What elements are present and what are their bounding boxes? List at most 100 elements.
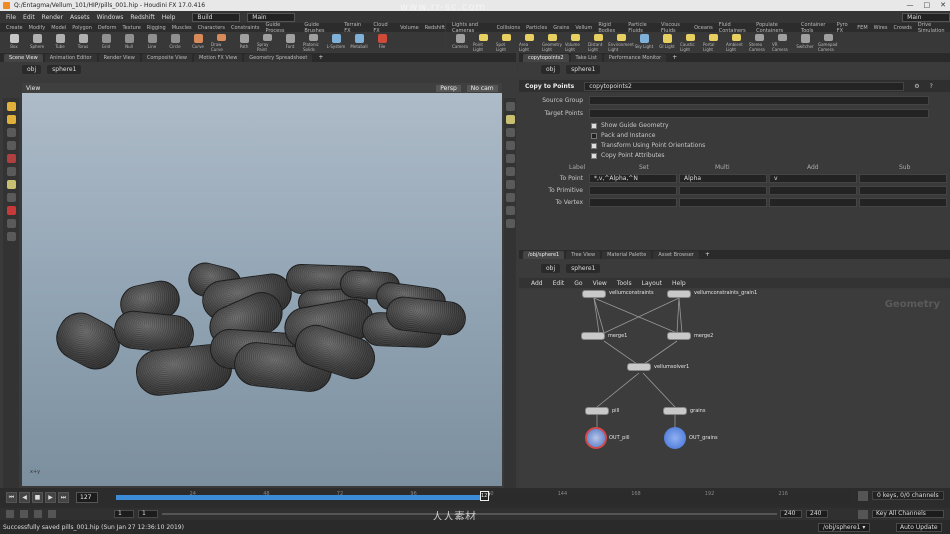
context-dropdown[interactable]: Main [247, 12, 296, 22]
close-button[interactable]: ✕ [940, 0, 946, 11]
shelf-tab[interactable]: Collisions [497, 25, 521, 31]
shelf-tool-environment-light[interactable]: Environment Light [608, 33, 634, 52]
magnet-tool-icon[interactable] [6, 206, 16, 215]
shelf-tool-draw-curve[interactable]: Draw Curve [211, 33, 231, 52]
paint-tool-icon[interactable] [6, 232, 16, 241]
to-point-sub-field[interactable] [859, 174, 947, 183]
path-obj[interactable]: obj [22, 64, 42, 74]
shelf-tool-point-light[interactable]: Point Light [473, 33, 493, 52]
pane-tab[interactable]: copytopoints2 [523, 53, 569, 62]
menu-redshift[interactable]: Redshift [130, 14, 154, 21]
timeline-track[interactable]: 24487296120144168192216 127 [116, 491, 852, 503]
path-obj[interactable]: obj [541, 263, 561, 273]
pane-tab[interactable]: Take List [570, 53, 602, 62]
shelf-tool-switcher[interactable]: Switcher [795, 33, 815, 52]
shelf-tool-font[interactable]: Font [280, 33, 300, 52]
normals-icon[interactable] [505, 167, 515, 176]
shelf-tool-l-system[interactable]: L-System [326, 33, 346, 52]
shelf-tool-gi-light[interactable]: GI Light [657, 33, 677, 52]
pane-tab[interactable]: /obj/sphere1 [523, 250, 565, 259]
range-icon[interactable] [48, 510, 56, 518]
network-menu-layout[interactable]: Layout [642, 280, 662, 287]
pack-instance-checkbox[interactable]: Pack and Instance [591, 132, 655, 139]
prev-frame-icon[interactable]: ◀ [19, 492, 30, 503]
shelf-tab[interactable]: Grains [553, 25, 569, 31]
handle-tool-icon[interactable] [6, 154, 16, 163]
shelf-tool-volume-light[interactable]: Volume Light [565, 33, 585, 52]
menu-file[interactable]: File [6, 14, 16, 21]
shelf-tool-curve[interactable]: Curve [188, 33, 208, 52]
shelf-tool-torus[interactable]: Torus [73, 33, 93, 52]
display-options-icon[interactable] [505, 102, 515, 111]
auto-update-dropdown[interactable]: Auto Update [896, 523, 942, 532]
network-menu-edit[interactable]: Edit [553, 280, 565, 287]
points-icon[interactable] [505, 180, 515, 189]
pane-tab[interactable]: Geometry Spreadsheet [244, 53, 313, 62]
lighting-icon[interactable] [505, 115, 515, 124]
shelf-tool-metaball[interactable]: Metaball [349, 33, 369, 52]
menu-edit[interactable]: Edit [23, 14, 35, 21]
rotate-tool-icon[interactable] [6, 128, 16, 137]
snap-tool-icon[interactable] [6, 193, 16, 202]
pane-tab[interactable]: Motion FX View [194, 53, 243, 62]
network-menu-help[interactable]: Help [672, 280, 686, 287]
shelf-tool-sphere[interactable]: Sphere [27, 33, 47, 52]
stop-icon[interactable]: ■ [32, 492, 43, 503]
path-obj[interactable]: obj [541, 64, 561, 74]
shelf-tool-area-light[interactable]: Area Light [519, 33, 539, 52]
shelf-tab[interactable]: Muscles [172, 25, 192, 31]
to-primitive-add-field[interactable] [769, 186, 857, 195]
first-frame-icon[interactable]: ⏮ [6, 492, 17, 503]
shelf-tool-tube[interactable]: Tube [50, 33, 70, 52]
show-guide-checkbox[interactable]: Show Guide Geometry [591, 122, 669, 129]
maximize-button[interactable]: □ [924, 0, 931, 11]
path-sphere1[interactable]: sphere1 [566, 263, 601, 273]
path-dropdown[interactable]: /obj/sphere1 ▾ [818, 523, 871, 532]
view-tool-icon[interactable] [6, 180, 16, 189]
shelf-tool-ambient-light[interactable]: Ambient Light [726, 33, 746, 52]
node-out-pill[interactable] [585, 427, 607, 449]
shelf-tab[interactable]: Oceans [694, 25, 713, 31]
source-group-field[interactable] [589, 96, 929, 105]
shelf-tool-platonic-solids[interactable]: Platonic Solids [303, 33, 323, 52]
to-vertex-multi-field[interactable] [679, 198, 767, 207]
start-frame-field-2[interactable]: 1 [138, 510, 158, 518]
shelf-tab[interactable]: Redshift [425, 25, 445, 31]
path-sphere1[interactable]: sphere1 [566, 64, 601, 74]
3d-viewport[interactable]: x+y [22, 93, 502, 486]
add-tab-icon[interactable]: + [318, 54, 323, 61]
shelf-tool-spot-light[interactable]: Spot Light [496, 33, 516, 52]
right-context-dropdown[interactable]: Main [902, 12, 950, 22]
pane-tab[interactable]: Tree View [566, 250, 601, 259]
shelf-tab[interactable]: Modify [29, 25, 46, 31]
grid-icon[interactable] [505, 206, 515, 215]
shelf-tool-caustic-light[interactable]: Caustic Light [680, 33, 700, 52]
to-primitive-sub-field[interactable] [859, 186, 947, 195]
node-vellumconstraints[interactable] [582, 290, 606, 298]
camera-lock-icon[interactable] [505, 219, 515, 228]
menu-assets[interactable]: Assets [70, 14, 90, 21]
shelf-tab[interactable]: Characters [198, 25, 225, 31]
range-icon[interactable] [20, 510, 28, 518]
shelf-tab[interactable]: FEM [857, 25, 867, 31]
network-menu-add[interactable]: Add [531, 280, 543, 287]
gear-icon[interactable]: ⚙ [914, 83, 919, 90]
shelf-tool-grid[interactable]: Grid [96, 33, 116, 52]
shelf-tab[interactable]: Vellum [575, 25, 592, 31]
target-points-field[interactable] [589, 109, 929, 118]
menu-render[interactable]: Render [42, 14, 63, 21]
to-point-multi-field[interactable]: Alpha [679, 174, 767, 183]
network-menu-view[interactable]: View [593, 280, 607, 287]
shelf-tab[interactable]: Crowds [894, 25, 912, 31]
current-frame-field[interactable]: 127 [76, 492, 98, 503]
group-tool-icon[interactable] [6, 219, 16, 228]
end-frame-field-2[interactable]: 240 [806, 510, 828, 518]
ghost-icon[interactable] [505, 141, 515, 150]
shelf-tab[interactable]: Texture [122, 25, 140, 31]
shelf-tool-stereo-camera[interactable]: Stereo Camera [749, 33, 769, 52]
node-merge1[interactable] [581, 332, 605, 340]
shelf-tool-file[interactable]: File [372, 33, 392, 52]
shading-icon[interactable] [505, 128, 515, 137]
shelf-tab[interactable]: Rigging [147, 25, 166, 31]
scale-tool-icon[interactable] [6, 141, 16, 150]
